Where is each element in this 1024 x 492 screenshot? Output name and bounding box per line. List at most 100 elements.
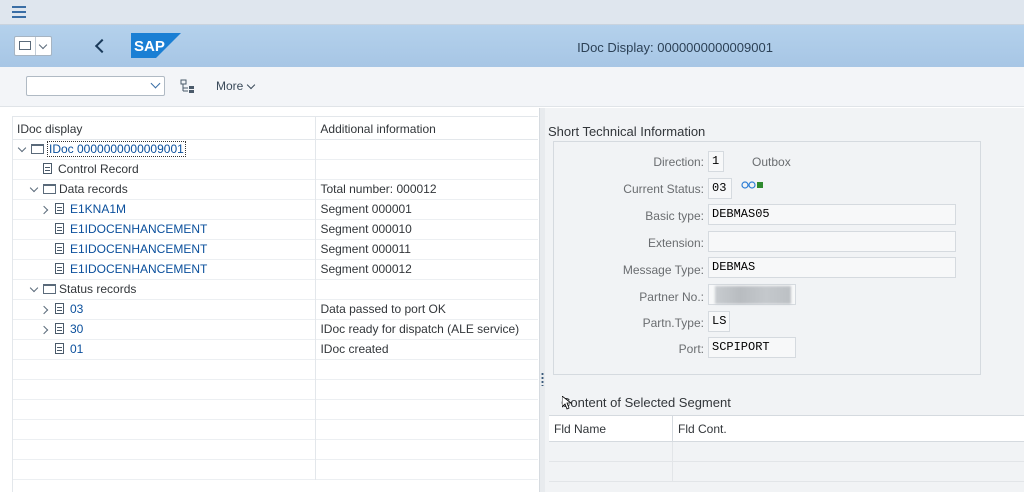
status-field[interactable]: 03: [708, 178, 732, 199]
tree-node-label[interactable]: Status records: [59, 282, 136, 296]
tree-node-label[interactable]: E1IDOCENHANCEMENT: [70, 262, 207, 276]
sap-logo: SAP: [131, 33, 181, 58]
tree-node-label[interactable]: 03: [70, 302, 83, 316]
tree-node-info: IDoc ready for dispatch (ALE service): [320, 322, 520, 336]
document-icon: [55, 323, 64, 335]
collapse-icon[interactable]: [41, 305, 51, 315]
tree-node-info: Data passed to port OK: [320, 302, 446, 316]
basic-type-field[interactable]: DEBMAS05: [708, 204, 956, 225]
column-header-fld-name[interactable]: Fld Name: [549, 416, 673, 441]
mouse-cursor-icon: [562, 396, 572, 410]
app-toolbar: More: [0, 67, 1024, 107]
menu-icon[interactable]: [12, 6, 26, 18]
chevron-down-icon[interactable]: [36, 37, 51, 55]
expand-icon[interactable]: [29, 285, 39, 295]
document-icon: [55, 223, 64, 235]
more-button[interactable]: More: [216, 79, 256, 93]
tree-node-label[interactable]: Control Record: [58, 162, 139, 176]
tree-node-label[interactable]: E1IDOCENHANCEMENT: [70, 222, 207, 236]
direction-text: Outbox: [752, 155, 791, 169]
extension-field[interactable]: [708, 231, 956, 252]
table-row[interactable]: Status records: [13, 280, 538, 300]
empty-row: [13, 400, 538, 420]
tree-node-info: IDoc created: [320, 342, 389, 356]
toolbar-select[interactable]: [26, 76, 165, 96]
empty-row: [549, 462, 1024, 482]
svg-text:SAP: SAP: [134, 38, 165, 55]
column-header-fld-cont[interactable]: Fld Cont.: [673, 416, 1024, 441]
idoc-tree: IDoc display Additional information IDoc…: [12, 116, 538, 492]
tree-node-info: Segment 000001: [320, 202, 412, 216]
tree-node-label[interactable]: E1IDOCENHANCEMENT: [70, 242, 207, 256]
table-row[interactable]: IDoc 0000000000009001: [13, 140, 538, 160]
table-row[interactable]: Control Record: [13, 160, 538, 180]
partner-no-field[interactable]: [708, 284, 796, 305]
column-header-additional-info[interactable]: Additional information: [316, 117, 538, 139]
segment-content-table: Fld Name Fld Cont.: [549, 415, 1024, 492]
partner-no-label: Partner No.:: [639, 290, 704, 304]
status-lights-icon: [741, 181, 763, 189]
folder-icon: [43, 283, 56, 294]
tree-node-info: [316, 280, 538, 300]
direction-field[interactable]: 1: [708, 151, 724, 172]
tree-node-label[interactable]: 01: [70, 342, 83, 356]
page-title: IDoc Display: 0000000000009001: [577, 40, 773, 55]
message-type-field[interactable]: DEBMAS: [708, 257, 956, 278]
chevron-down-icon: [150, 78, 161, 89]
empty-row: [549, 442, 1024, 462]
back-icon[interactable]: [93, 38, 107, 54]
tree-node-label[interactable]: 30: [70, 322, 83, 336]
command-field-button[interactable]: [14, 36, 52, 56]
table-row[interactable]: E1KNA1M Segment 000001: [13, 200, 538, 220]
collapse-icon[interactable]: [41, 325, 51, 335]
folder-icon: [31, 143, 44, 154]
partn-type-field[interactable]: LS: [708, 311, 730, 332]
port-label: Port:: [678, 342, 704, 356]
expand-icon[interactable]: [17, 145, 27, 155]
document-icon: [55, 303, 64, 315]
more-label: More: [216, 79, 244, 93]
document-icon: [43, 163, 52, 175]
empty-row: [13, 360, 538, 380]
tree-node-info: [316, 160, 538, 180]
tree-node-info: Total number: 000012: [320, 182, 437, 196]
short-info-title: Short Technical Information: [548, 124, 706, 139]
table-row[interactable]: E1IDOCENHANCEMENT Segment 000011: [13, 240, 538, 260]
basic-type-label: Basic type:: [645, 209, 704, 223]
tree-node-label[interactable]: E1KNA1M: [70, 202, 126, 216]
hierarchy-icon[interactable]: [180, 79, 196, 94]
tree-node-info: [316, 140, 538, 160]
direction-label: Direction:: [653, 155, 704, 169]
column-header-idoc-display[interactable]: IDoc display: [13, 117, 317, 139]
extension-label: Extension:: [647, 236, 704, 250]
expand-icon[interactable]: [29, 185, 39, 195]
document-icon: [55, 203, 64, 215]
message-type-label: Message Type:: [622, 263, 704, 277]
command-icon: [15, 37, 37, 55]
partn-type-label: Partn.Type:: [642, 316, 704, 330]
port-field[interactable]: SCPIPORT: [708, 337, 796, 358]
tree-node-label[interactable]: IDoc 0000000000009001: [47, 141, 186, 157]
table-row[interactable]: 30 IDoc ready for dispatch (ALE service): [13, 320, 538, 340]
chevron-down-icon: [247, 80, 256, 90]
segment-content-title: Content of Selected Segment: [561, 395, 731, 410]
tree-node-info: Segment 000010: [320, 222, 412, 236]
empty-row: [13, 380, 538, 400]
table-row[interactable]: Data records Total number: 000012: [13, 180, 538, 200]
tree-node-info: Segment 000011: [320, 242, 411, 256]
status-label: Current Status:: [623, 182, 704, 196]
collapse-icon[interactable]: [41, 205, 51, 215]
document-icon: [55, 343, 64, 355]
splitter-grip-icon[interactable]: [541, 372, 544, 386]
table-row[interactable]: E1IDOCENHANCEMENT Segment 000012: [13, 260, 538, 280]
tree-node-info: Segment 000012: [320, 262, 412, 276]
table-row[interactable]: 03 Data passed to port OK: [13, 300, 538, 320]
tree-header: IDoc display Additional information: [13, 116, 538, 140]
document-icon: [55, 243, 64, 255]
tree-node-label[interactable]: Data records: [59, 182, 128, 196]
empty-row: [13, 420, 538, 440]
table-row[interactable]: 01 IDoc created: [13, 340, 538, 360]
table-row[interactable]: E1IDOCENHANCEMENT Segment 000010: [13, 220, 538, 240]
menu-bar: [0, 0, 1024, 25]
redacted-value: [715, 286, 791, 304]
